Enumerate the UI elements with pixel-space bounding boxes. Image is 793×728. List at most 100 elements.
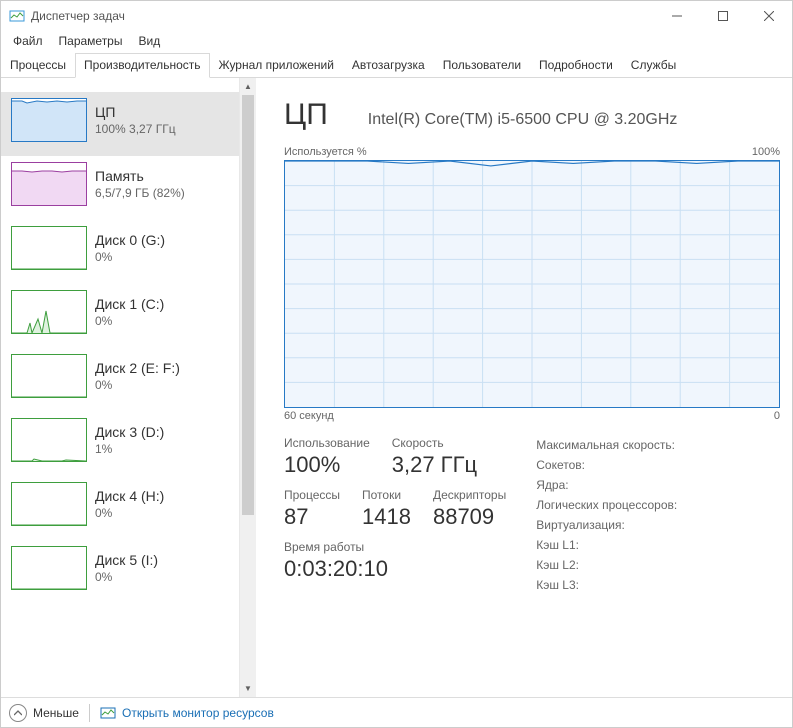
sidebar-item-text: Память 6,5/7,9 ГБ (82%) — [95, 168, 185, 200]
tabstrip: Процессы Производительность Журнал прило… — [1, 53, 792, 78]
scroll-down-icon[interactable]: ▼ — [240, 680, 256, 697]
sidebar-item[interactable]: Диск 1 (C:) 0% — [1, 284, 239, 348]
stat-label: Потоки — [362, 488, 411, 502]
sidebar-item[interactable]: Диск 0 (G:) 0% — [1, 220, 239, 284]
sidebar-thumbnail — [11, 354, 87, 398]
menu-options[interactable]: Параметры — [51, 32, 131, 50]
sidebar-item-subtitle: 0% — [95, 506, 164, 520]
sidebar-item-subtitle: 0% — [95, 570, 158, 584]
sidebar-item-text: Диск 5 (I:) 0% — [95, 552, 158, 584]
stat: Дескрипторы 88709 — [433, 488, 506, 530]
status-separator — [89, 704, 90, 722]
stats-area: Использование 100% Скорость 3,27 ГГц Проце… — [284, 436, 780, 592]
chart-top-left-label: Используется % — [284, 146, 367, 158]
window-controls — [654, 1, 792, 31]
sidebar-item-subtitle: 0% — [95, 250, 165, 264]
sidebar-item-title: Диск 2 (E: F:) — [95, 360, 180, 376]
maximize-button[interactable] — [700, 1, 746, 31]
stat-right-label: Кэш L2: — [536, 558, 677, 572]
sidebar-thumbnail — [11, 482, 87, 526]
sidebar-item-title: Диск 4 (H:) — [95, 488, 164, 504]
sidebar-item[interactable]: ЦП 100% 3,27 ГГц — [1, 92, 239, 156]
sidebar-item-title: Диск 3 (D:) — [95, 424, 164, 440]
stat: Скорость 3,27 ГГц — [392, 436, 477, 478]
tab-users[interactable]: Пользователи — [434, 53, 530, 77]
stat: Время работы 0:03:20:10 — [284, 540, 388, 582]
sidebar-list: ЦП 100% 3,27 ГГц Память 6,5/7,9 ГБ (82%)… — [1, 78, 239, 697]
open-resmon-link[interactable]: Открыть монитор ресурсов — [100, 705, 274, 721]
chart-bottom-left-label: 60 секунд — [284, 410, 334, 422]
content-area: ЦП 100% 3,27 ГГц Память 6,5/7,9 ГБ (82%)… — [1, 78, 792, 697]
sidebar-thumbnail — [11, 546, 87, 590]
stat: Потоки 1418 — [362, 488, 411, 530]
sidebar-item[interactable]: Диск 3 (D:) 1% — [1, 412, 239, 476]
tab-processes[interactable]: Процессы — [1, 53, 75, 77]
stat-right-label: Логических процессоров: — [536, 498, 677, 512]
sidebar-thumbnail — [11, 98, 87, 142]
sidebar-item-text: Диск 0 (G:) 0% — [95, 232, 165, 264]
sidebar-item-title: Диск 5 (I:) — [95, 552, 158, 568]
menu-view[interactable]: Вид — [130, 32, 168, 50]
sidebar-item-title: Диск 0 (G:) — [95, 232, 165, 248]
stat-value: 0:03:20:10 — [284, 556, 388, 582]
fewer-details-button[interactable]: Меньше — [9, 704, 79, 722]
stats-right: Максимальная скорость: Сокетов: Ядра: Логич… — [536, 436, 677, 592]
main-title: ЦП — [284, 98, 328, 132]
menubar: Файл Параметры Вид — [1, 31, 792, 51]
main-header: ЦП Intel(R) Core(TM) i5-6500 CPU @ 3.20G… — [284, 98, 780, 132]
stat: Процессы 87 — [284, 488, 340, 530]
sidebar-thumbnail — [11, 418, 87, 462]
minimize-button[interactable] — [654, 1, 700, 31]
sidebar-item[interactable]: Диск 2 (E: F:) 0% — [1, 348, 239, 412]
resmon-icon — [100, 705, 116, 721]
close-button[interactable] — [746, 1, 792, 31]
stat-value: 87 — [284, 504, 340, 530]
tab-details[interactable]: Подробности — [530, 53, 622, 77]
sidebar-item-title: Диск 1 (C:) — [95, 296, 164, 312]
stat-value: 100% — [284, 452, 370, 478]
stat-row: Процессы 87 Потоки 1418 Дескрипторы 88709 — [284, 488, 506, 530]
stat-value: 88709 — [433, 504, 506, 530]
tab-app-history[interactable]: Журнал приложений — [210, 53, 343, 77]
main-subtitle: Intel(R) Core(TM) i5-6500 CPU @ 3.20GHz — [368, 111, 678, 129]
titlebar: Диспетчер задач — [1, 1, 792, 31]
stat-value: 1418 — [362, 504, 411, 530]
stat: Использование 100% — [284, 436, 370, 478]
sidebar: ЦП 100% 3,27 ГГц Память 6,5/7,9 ГБ (82%)… — [1, 78, 256, 697]
sidebar-item-text: Диск 4 (H:) 0% — [95, 488, 164, 520]
sidebar-item-text: Диск 1 (C:) 0% — [95, 296, 164, 328]
stat-right-label: Сокетов: — [536, 458, 677, 472]
tab-performance[interactable]: Производительность — [75, 53, 209, 78]
stat-right-label: Виртуализация: — [536, 518, 677, 532]
sidebar-item-subtitle: 0% — [95, 378, 180, 392]
sidebar-item-title: ЦП — [95, 104, 176, 120]
stat-label: Время работы — [284, 540, 388, 554]
chart-bottom-right-label: 0 — [774, 410, 780, 422]
scroll-up-icon[interactable]: ▲ — [240, 78, 256, 95]
scroll-thumb[interactable] — [242, 95, 254, 515]
stat-right-label: Кэш L3: — [536, 578, 677, 592]
sidebar-item-subtitle: 6,5/7,9 ГБ (82%) — [95, 186, 185, 200]
stat-label: Скорость — [392, 436, 477, 450]
cpu-usage-chart — [284, 160, 780, 408]
menu-file[interactable]: Файл — [5, 32, 51, 50]
chart-bottom-labels: 60 секунд 0 — [284, 410, 780, 422]
tab-startup[interactable]: Автозагрузка — [343, 53, 434, 77]
stat-row: Время работы 0:03:20:10 — [284, 540, 506, 582]
stat-right-label: Максимальная скорость: — [536, 438, 677, 452]
resmon-label: Открыть монитор ресурсов — [122, 706, 274, 720]
chart-top-labels: Используется % 100% — [284, 146, 780, 158]
chevron-up-icon — [9, 704, 27, 722]
sidebar-item-text: Диск 2 (E: F:) 0% — [95, 360, 180, 392]
sidebar-item[interactable]: Диск 5 (I:) 0% — [1, 540, 239, 604]
chart-top-right-label: 100% — [752, 146, 780, 158]
window-title: Диспетчер задач — [31, 9, 654, 23]
stat-right-label: Ядра: — [536, 478, 677, 492]
fewer-label: Меньше — [33, 706, 79, 720]
sidebar-item-title: Память — [95, 168, 185, 184]
app-icon — [9, 8, 25, 24]
sidebar-item[interactable]: Память 6,5/7,9 ГБ (82%) — [1, 156, 239, 220]
scrollbar-vertical[interactable]: ▲ ▼ — [239, 78, 256, 697]
sidebar-item[interactable]: Диск 4 (H:) 0% — [1, 476, 239, 540]
tab-services[interactable]: Службы — [622, 53, 685, 77]
